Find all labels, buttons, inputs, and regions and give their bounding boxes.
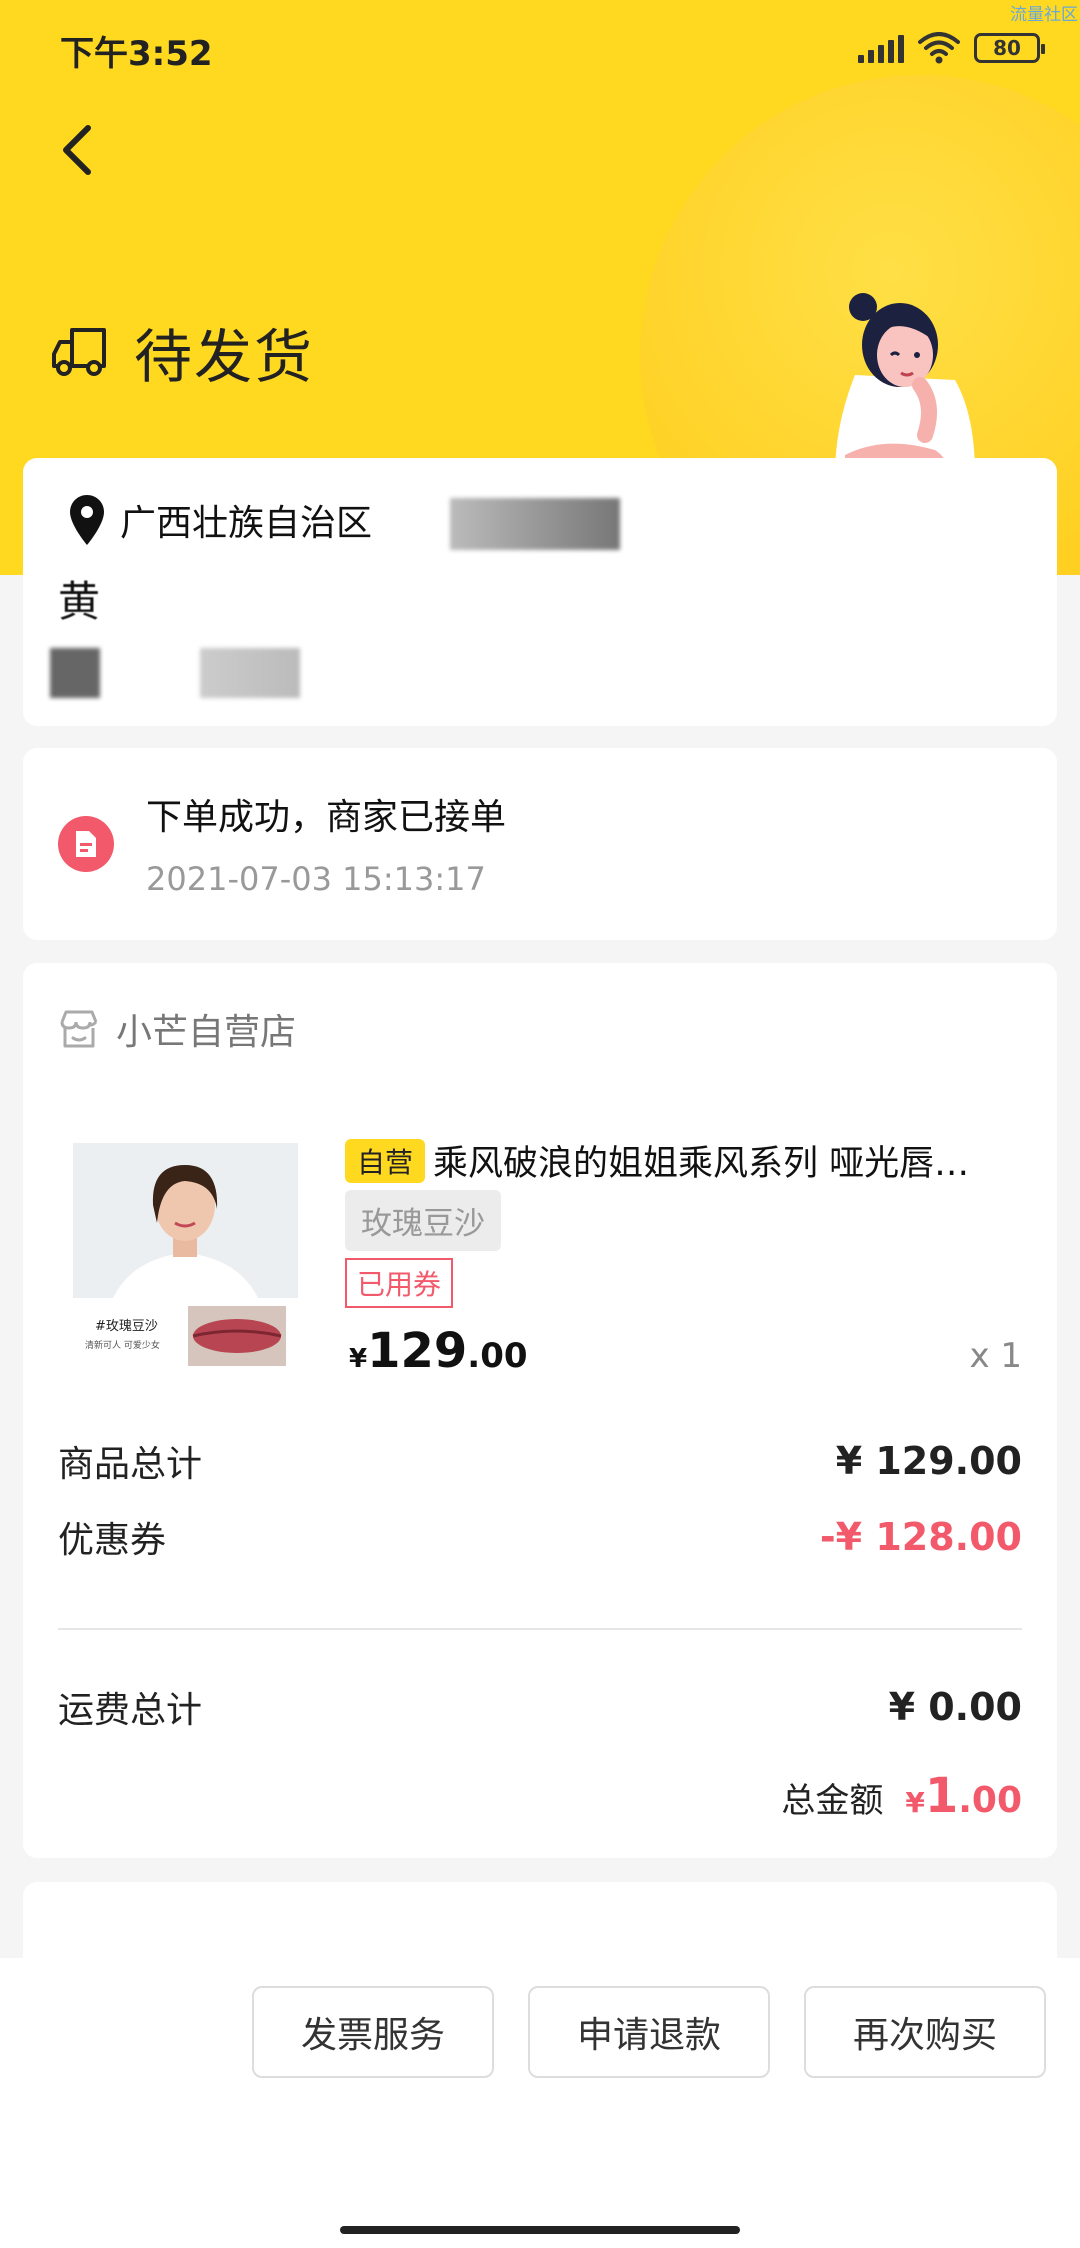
order-status-time: 2021-07-03 15:13:17: [146, 860, 486, 898]
battery-icon: 80: [974, 33, 1045, 63]
order-detail-card: 小芒自营店 #玫瑰豆沙 清新可人 可爱少女 自营 乘风破浪的姐姐乘风系列 哑光唇…: [23, 963, 1057, 1858]
price-integer: 129: [367, 1323, 468, 1379]
status-time: 下午3:52: [60, 34, 213, 74]
back-icon[interactable]: [50, 120, 110, 180]
store-name: 小芒自营店: [116, 1012, 297, 1053]
buy-again-button[interactable]: 再次购买: [804, 1986, 1046, 2078]
coupon-value: -¥ 128.00: [819, 1515, 1022, 1559]
address-line: 广西壮族自治区: [68, 493, 372, 547]
status-bar: 下午3:52 80: [0, 0, 1080, 95]
document-icon: [58, 816, 114, 872]
product-variant: 玫瑰豆沙: [345, 1190, 501, 1251]
coupon-label: 优惠券: [58, 1520, 167, 1561]
home-indicator[interactable]: [340, 2226, 740, 2234]
redacted-phone-1: [50, 648, 100, 698]
store-icon: [60, 1010, 98, 1048]
girl-illustration: [835, 293, 975, 475]
product-price: ¥129.00: [349, 1323, 528, 1379]
redacted-phone-2: [200, 648, 300, 698]
address-card[interactable]: 广西壮族自治区 黄: [23, 458, 1057, 726]
shipping-value: ¥ 0.00: [888, 1685, 1022, 1729]
status-icons: 80: [858, 30, 1045, 66]
store-header[interactable]: 小芒自营店: [58, 1003, 296, 1055]
redacted-address: [450, 498, 620, 550]
wifi-icon: [918, 32, 960, 64]
product-image-subcaption: 清新可人 可爱少女: [85, 1339, 160, 1351]
apply-refund-button[interactable]: 申请退款: [528, 1986, 770, 2078]
coupon-used-tag: 已用券: [345, 1258, 454, 1308]
goods-total-row: 商品总计 ¥ 129.00: [58, 1435, 1022, 1487]
product-title: 乘风破浪的姐姐乘风系列 哑光唇…: [433, 1144, 970, 1184]
product-quantity: x 1: [969, 1336, 1022, 1376]
grand-total-decimal: .00: [958, 1780, 1022, 1821]
order-status-card[interactable]: 下单成功，商家已接单 2021-07-03 15:13:17: [23, 748, 1057, 940]
price-decimal: .00: [467, 1336, 528, 1376]
product-title-line[interactable]: 自营 乘风破浪的姐姐乘风系列 哑光唇…: [345, 1135, 1035, 1186]
coupon-row: 优惠券 -¥ 128.00: [58, 1511, 1022, 1563]
shipping-row: 运费总计 ¥ 0.00: [58, 1681, 1022, 1733]
self-operated-tag: 自营: [345, 1138, 426, 1183]
order-status-title: 下单成功，商家已接单: [146, 797, 507, 838]
grand-total-integer: 1: [924, 1768, 959, 1824]
grand-total-value: ¥1.00: [905, 1768, 1022, 1824]
invoice-service-button[interactable]: 发票服务: [252, 1986, 494, 2078]
recipient-name: 黄: [58, 577, 101, 626]
address-region: 广西壮族自治区: [120, 503, 373, 544]
divider: [58, 1628, 1022, 1630]
goods-total-label: 商品总计: [58, 1444, 203, 1485]
goods-total-value: ¥ 129.00: [835, 1439, 1022, 1483]
order-status-header: 待发货: [50, 310, 314, 394]
grand-total-row: 总金额 ¥1.00: [781, 1768, 1022, 1824]
location-pin-icon: [70, 495, 104, 545]
grand-total-currency: ¥: [905, 1786, 925, 1819]
page-title: 待发货: [134, 323, 315, 391]
grand-total-label: 总金额: [781, 1781, 884, 1821]
shipping-label: 运费总计: [58, 1690, 203, 1731]
product-image-caption: #玫瑰豆沙: [95, 1318, 158, 1334]
truck-icon: [52, 328, 106, 376]
bottom-action-bar: 发票服务 申请退款 再次购买: [0, 1958, 1080, 2248]
signal-icon: [858, 33, 904, 63]
price-currency: ¥: [349, 1344, 368, 1374]
product-image[interactable]: #玫瑰豆沙 清新可人 可爱少女: [73, 1143, 298, 1368]
